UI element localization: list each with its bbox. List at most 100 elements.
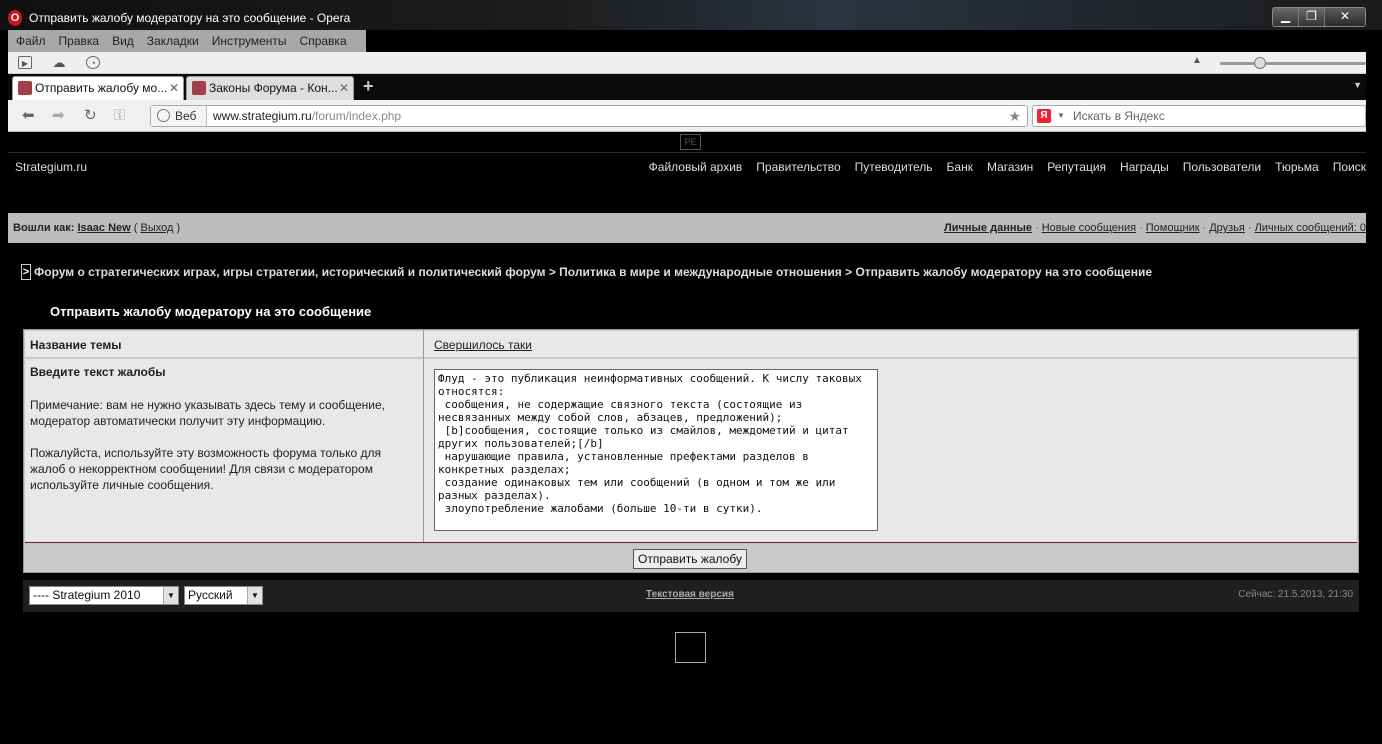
link-messages[interactable]: Личных сообщений: 0 bbox=[1255, 222, 1366, 234]
tab-favicon-icon bbox=[192, 81, 206, 95]
skin-select[interactable]: ---- Strategium 2010 ▼ bbox=[29, 586, 179, 605]
close-button[interactable]: ✕ bbox=[1325, 8, 1365, 26]
footer-bar: ---- Strategium 2010 ▼ Русский ▼ Текстов… bbox=[23, 580, 1359, 612]
search-field[interactable]: Я ▼ Искать в Яндекс bbox=[1032, 105, 1366, 127]
link-friends[interactable]: Друзья bbox=[1209, 222, 1245, 234]
link-assistant[interactable]: Помощник bbox=[1146, 222, 1200, 234]
window-controls: ▁ ❐ ✕ bbox=[1272, 7, 1366, 27]
tab-complaint[interactable]: Отправить жалобу мо... ✕ bbox=[12, 76, 184, 100]
usage-hint-text: Пожалуйста, используйте эту возможность … bbox=[30, 446, 382, 492]
panel-toolbar: ▶ ☁ ◔ ▲ bbox=[8, 52, 1366, 74]
tab-label: Законы Форума - Кон... bbox=[209, 81, 338, 95]
tab-forum-rules[interactable]: Законы Форума - Кон... ✕ bbox=[186, 76, 354, 100]
site-nav: Файловый архив Правительство Путеводител… bbox=[635, 160, 1366, 174]
current-time: Сейчас: 21.5.2013, 21:30 bbox=[1238, 589, 1353, 600]
nav-guide[interactable]: Путеводитель bbox=[855, 160, 933, 174]
breadcrumb: > Форум о стратегических играх, игры стр… bbox=[21, 264, 1152, 280]
column-divider bbox=[423, 330, 424, 542]
menu-file[interactable]: Файл bbox=[16, 34, 46, 48]
chevron-down-icon[interactable]: ▼ bbox=[247, 587, 262, 604]
minimize-button[interactable]: ▁ bbox=[1273, 8, 1299, 26]
address-toolbar: ⬅ ➡ ↻ ⚿ Веб www.strategium.ru/forum/inde… bbox=[8, 100, 1366, 132]
nav-shop[interactable]: Магазин bbox=[987, 160, 1033, 174]
search-engine-dropdown-icon[interactable]: ▼ bbox=[1057, 106, 1065, 126]
user-links: Личные данные · Новые сообщения · Помощник · Д… bbox=[944, 222, 1366, 234]
breadcrumb-text[interactable]: Форум о стратегических играх, игры страт… bbox=[34, 265, 1152, 279]
url-path: /forum/index.php bbox=[311, 109, 402, 123]
page-title: Отправить жалобу модератору на это сообщ… bbox=[50, 304, 372, 319]
yandex-icon[interactable]: Я bbox=[1037, 109, 1051, 123]
link-new-posts[interactable]: Новые сообщения bbox=[1042, 222, 1136, 234]
key-icon[interactable]: ⚿ bbox=[114, 108, 125, 124]
site-brand[interactable]: Strategium.ru bbox=[15, 160, 87, 174]
menu-tools[interactable]: Инструменты bbox=[212, 34, 287, 48]
back-icon[interactable]: ⬅ bbox=[22, 108, 35, 124]
link-profile[interactable]: Личные данные bbox=[944, 222, 1032, 234]
forward-icon[interactable]: ➡ bbox=[52, 108, 65, 124]
reload-icon[interactable]: ↻ bbox=[84, 108, 97, 124]
url-host: www.strategium.ru bbox=[213, 109, 312, 123]
text-version-link[interactable]: Текстовая версия bbox=[646, 589, 734, 600]
logged-in-label: Вошли как: bbox=[13, 222, 75, 234]
language-select[interactable]: Русский ▼ bbox=[184, 586, 263, 605]
nav-search[interactable]: Поиск bbox=[1333, 160, 1366, 174]
nav-reputation[interactable]: Репутация bbox=[1047, 160, 1106, 174]
maximize-button[interactable]: ❐ bbox=[1299, 8, 1325, 26]
language-select-value: Русский bbox=[188, 588, 233, 602]
nav-prison[interactable]: Тюрьма bbox=[1275, 160, 1319, 174]
window-titlebar: O Отправить жалобу модератору на это соо… bbox=[0, 0, 1382, 30]
panels-toggle-icon[interactable]: ▶ bbox=[18, 56, 32, 69]
topic-label: Название темы bbox=[30, 338, 122, 352]
complaint-form: Название темы Свершилось таки Введите те… bbox=[23, 329, 1359, 573]
nav-awards[interactable]: Награды bbox=[1120, 160, 1169, 174]
complaint-row: Введите текст жалобы Примечание: вам не … bbox=[25, 359, 1357, 542]
tab-bar: Отправить жалобу мо... ✕ Законы Форума -… bbox=[8, 74, 1366, 100]
note-text: Примечание: вам не нужно указывать здесь… bbox=[30, 398, 385, 428]
breadcrumb-arrow-icon[interactable]: > bbox=[21, 264, 31, 280]
nav-government[interactable]: Правительство bbox=[756, 160, 840, 174]
submit-complaint-button[interactable]: Отправить жалобу bbox=[633, 549, 747, 569]
menu-bar: Файл Правка Вид Закладки Инструменты Спр… bbox=[8, 30, 366, 52]
empty-box bbox=[675, 632, 706, 663]
nav-file-archive[interactable]: Файловый архив bbox=[649, 160, 743, 174]
web-badge[interactable]: Веб bbox=[151, 106, 207, 126]
tab-favicon-icon bbox=[18, 81, 32, 95]
zoom-slider-handle[interactable] bbox=[1254, 57, 1266, 69]
new-tab-icon[interactable]: + bbox=[363, 76, 374, 97]
tab-close-icon[interactable]: ✕ bbox=[169, 77, 179, 99]
address-field[interactable]: Веб www.strategium.ru/forum/index.php ★ bbox=[150, 105, 1028, 127]
cloud-icon[interactable]: ☁ bbox=[52, 56, 66, 69]
globe-icon bbox=[157, 109, 170, 122]
skin-select-value: ---- Strategium 2010 bbox=[33, 588, 141, 602]
tab-label: Отправить жалобу мо... bbox=[35, 81, 168, 95]
topic-link[interactable]: Свершилось таки bbox=[434, 338, 532, 352]
zoom-slider-track[interactable] bbox=[1220, 62, 1366, 65]
window-title: Отправить жалобу модератору на это сообщ… bbox=[29, 11, 351, 25]
web-label: Веб bbox=[175, 109, 197, 123]
bookmark-star-icon[interactable]: ★ bbox=[1008, 106, 1021, 126]
page-badge: PE bbox=[680, 134, 701, 150]
speed-dial-icon[interactable]: ◔ bbox=[86, 56, 100, 69]
logout-link[interactable]: Выход bbox=[140, 222, 173, 234]
search-placeholder: Искать в Яндекс bbox=[1073, 109, 1165, 123]
collapse-arrow-icon[interactable]: ▲ bbox=[1192, 55, 1202, 66]
chevron-down-icon[interactable]: ▼ bbox=[163, 587, 178, 604]
menu-view[interactable]: Вид bbox=[112, 34, 134, 48]
nav-bank[interactable]: Банк bbox=[947, 160, 973, 174]
user-bar: Вошли как: Isaac New ( Выход ) Личные да… bbox=[8, 213, 1366, 243]
menu-bookmarks[interactable]: Закладки bbox=[147, 34, 199, 48]
login-info: Вошли как: Isaac New ( Выход ) bbox=[13, 222, 181, 234]
topic-row: Название темы Свершилось таки bbox=[25, 331, 1357, 357]
nav-users[interactable]: Пользователи bbox=[1183, 160, 1261, 174]
form-divider bbox=[25, 542, 1357, 543]
complaint-textarea[interactable]: Флуд - это публикация неинформативных со… bbox=[434, 369, 878, 531]
tab-menu-chevron-down-icon[interactable]: ▼ bbox=[1353, 80, 1362, 90]
complaint-label: Введите текст жалобы bbox=[30, 365, 166, 379]
divider bbox=[8, 152, 1366, 153]
username-link[interactable]: Isaac New bbox=[78, 222, 131, 234]
opera-logo-icon: O bbox=[8, 10, 22, 26]
menu-help[interactable]: Справка bbox=[300, 34, 347, 48]
url-text[interactable]: www.strategium.ru/forum/index.php bbox=[213, 106, 401, 126]
menu-edit[interactable]: Правка bbox=[59, 34, 100, 48]
tab-close-icon[interactable]: ✕ bbox=[339, 77, 349, 99]
